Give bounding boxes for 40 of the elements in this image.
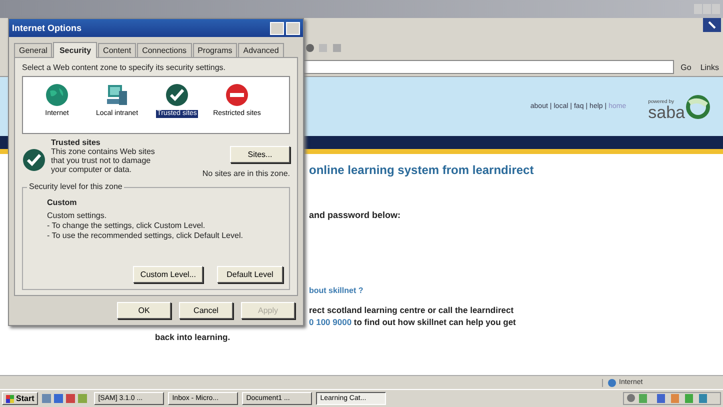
level-text: Custom settings.	[47, 211, 108, 220]
page-heading: online learning system from learndirect	[309, 163, 534, 177]
tab[interactable]: Security	[53, 42, 98, 58]
sites-note: No sites are in this zone.	[202, 169, 290, 178]
swirl-logo-icon	[685, 92, 711, 120]
instruction-text: Select a Web content zone to specify its security settings.	[22, 63, 227, 72]
check-icon	[165, 83, 189, 107]
start-button[interactable]: Start	[2, 392, 38, 406]
info-paragraph: rect scotland learning centre or call the learndirect 0 100 9000 to find out how skillnet can help you get	[309, 304, 516, 328]
no-entry-icon	[225, 83, 249, 107]
globe-icon	[608, 378, 616, 387]
group-label: Security level for this zone	[27, 182, 124, 191]
info-text: back into learning.	[155, 332, 230, 342]
sites-button[interactable]: Sites...	[230, 146, 290, 163]
level-button[interactable]: Custom Level...	[133, 266, 203, 283]
skillnet-link[interactable]: bout skillnet ?	[309, 286, 364, 295]
phone-link[interactable]: 0 100 9000	[309, 317, 352, 327]
zone-description: This zone contains Web sites that you trust not to damage your computer or data.	[51, 147, 156, 174]
level-text: - To use the recommended settings, click Default Level.	[47, 231, 244, 240]
windows-logo-icon	[6, 394, 14, 403]
login-prompt: and password below:	[309, 210, 401, 220]
tab[interactable]: Content	[98, 43, 136, 57]
level-button[interactable]: Default Level	[217, 266, 283, 283]
dialog-button[interactable]: OK	[117, 302, 171, 319]
globe-icon	[45, 83, 69, 107]
links-button[interactable]: Links	[698, 62, 721, 72]
window-title: Internet Options	[12, 23, 82, 33]
computer-icon	[105, 83, 129, 107]
tab[interactable]: Advanced	[238, 43, 284, 57]
tab[interactable]: Connections	[137, 43, 192, 57]
level-name: Custom	[47, 198, 78, 207]
dialog-button[interactable]: Cancel	[179, 302, 233, 319]
level-text: - To change the settings, click Custom Level.	[47, 221, 206, 230]
logo-text: saba	[648, 104, 685, 120]
tab[interactable]: Programs	[192, 43, 238, 57]
brand-logo-icon	[703, 18, 721, 32]
tab[interactable]: General	[14, 43, 52, 57]
go-button[interactable]: Go	[678, 62, 694, 72]
check-icon	[22, 148, 46, 172]
zone-title: Trusted sites	[51, 138, 102, 147]
